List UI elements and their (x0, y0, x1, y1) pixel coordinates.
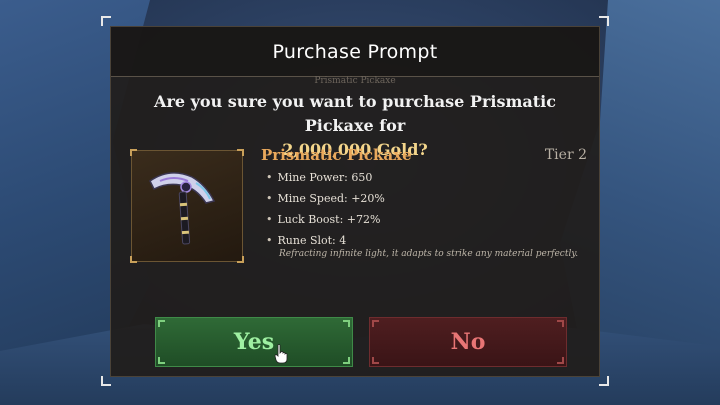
item-tier: Tier 2 (544, 147, 587, 163)
button-corner (158, 357, 165, 364)
pickaxe-icon (149, 172, 216, 245)
item-stats-list: Mine Power: 650 Mine Speed: +20% Luck Bo… (266, 167, 385, 251)
no-button[interactable]: No (369, 317, 567, 367)
corner-bracket-top-left (101, 16, 111, 26)
button-corner (372, 320, 379, 327)
dialog-header: Purchase Prompt (111, 27, 599, 77)
frame-corner (130, 149, 137, 156)
item-icon-frame (130, 149, 244, 263)
stat-mine-speed: Mine Speed: +20% (266, 188, 385, 209)
faded-item-label: Prismatic Pickaxe (314, 76, 396, 86)
button-corner (343, 320, 350, 327)
frame-corner (237, 149, 244, 156)
stat-rune-slot: Rune Slot: 4 (266, 230, 385, 251)
yes-button-label: Yes (233, 329, 275, 355)
purchase-dialog: Purchase Prompt Prismatic Pickaxe Are yo… (110, 26, 600, 377)
frame-corner (237, 256, 244, 263)
no-button-label: No (450, 329, 486, 355)
frame-corner (130, 256, 137, 263)
yes-button[interactable]: Yes (155, 317, 353, 367)
corner-bracket-top-right (599, 16, 609, 26)
dialog-title: Purchase Prompt (272, 40, 438, 63)
stat-luck-boost: Luck Boost: +72% (266, 209, 385, 230)
stat-mine-power: Mine Power: 650 (266, 167, 385, 188)
button-corner (557, 357, 564, 364)
button-corner (158, 320, 165, 327)
question-text: Are you sure you want to purchase Prisma… (154, 92, 556, 135)
corner-bracket-bottom-left (101, 376, 111, 386)
corner-bracket-bottom-right (599, 376, 609, 386)
button-corner (343, 357, 350, 364)
hand-cursor-icon (274, 344, 288, 364)
button-corner (557, 320, 564, 327)
item-flavor-text: Refracting infinite light, it adapts to … (279, 249, 579, 259)
button-corner (372, 357, 379, 364)
item-name: Prismatic Pickaxe (261, 146, 412, 164)
